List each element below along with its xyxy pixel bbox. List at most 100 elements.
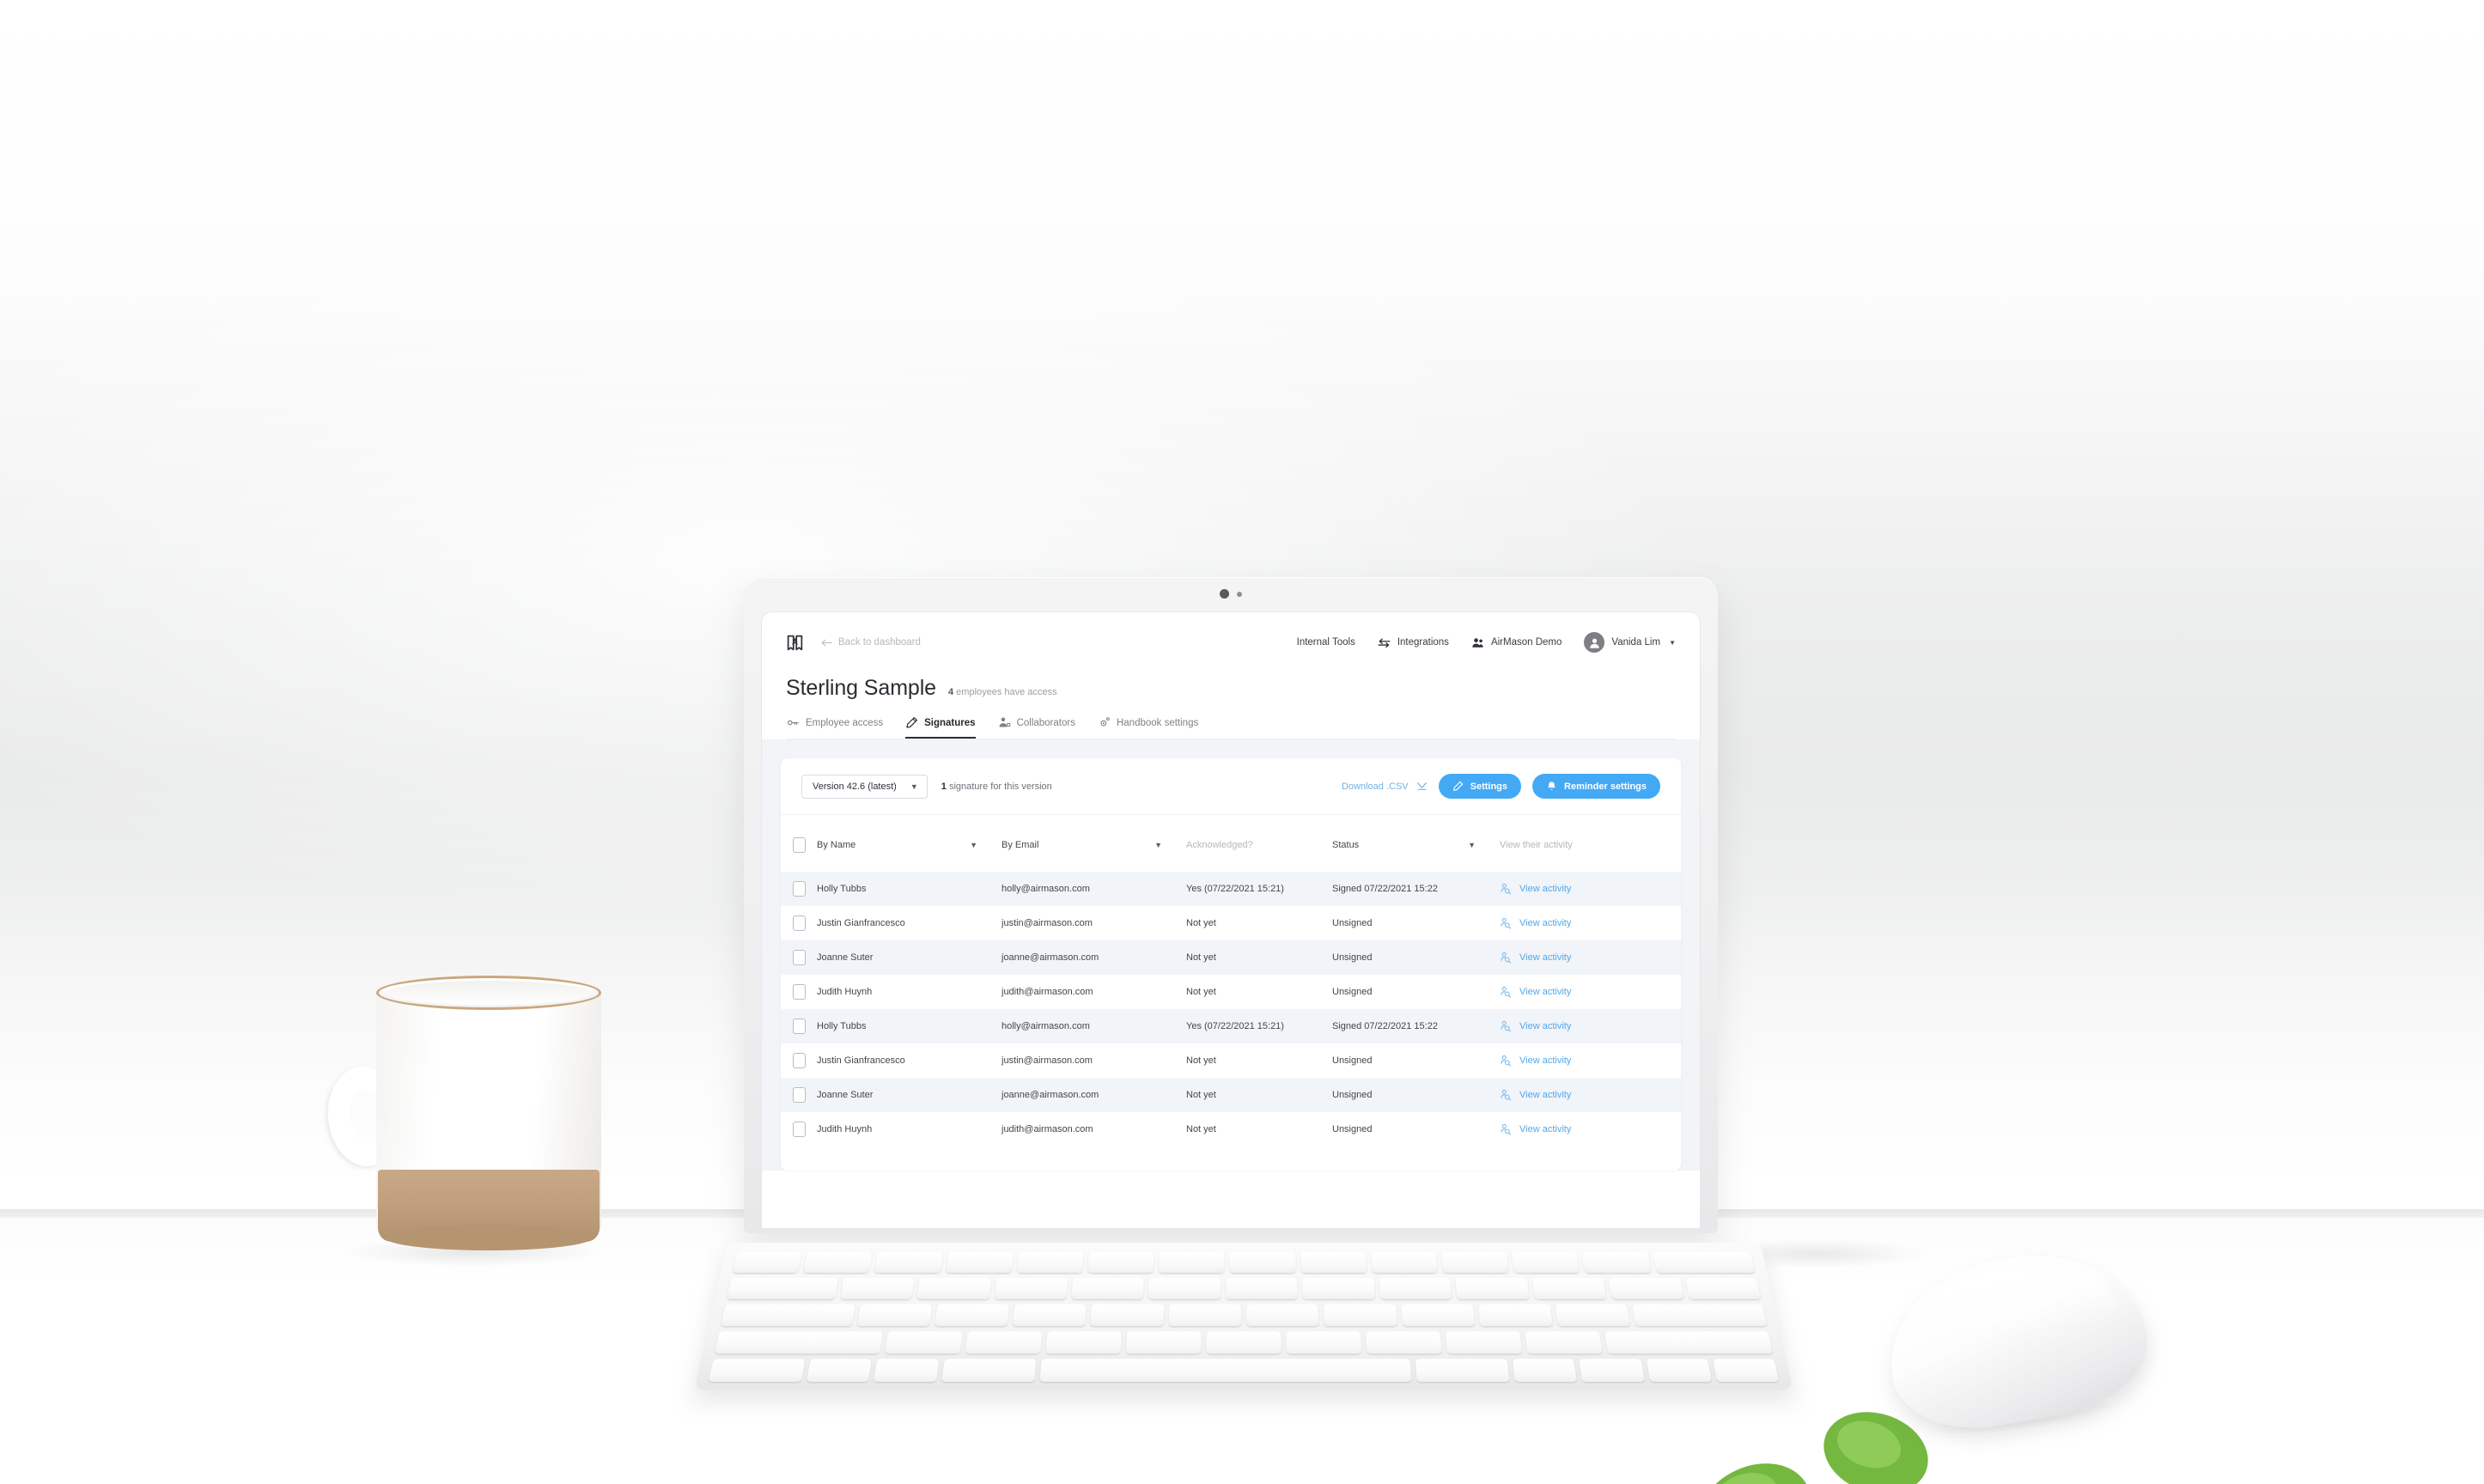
key[interactable] xyxy=(1511,1251,1580,1274)
key[interactable] xyxy=(941,1359,1037,1383)
row-checkbox[interactable] xyxy=(793,950,806,965)
key[interactable] xyxy=(1445,1331,1523,1354)
key[interactable] xyxy=(1168,1304,1242,1327)
table-row[interactable]: Justin Gianfrancesco justin@airmason.com N… xyxy=(781,1043,1681,1078)
key[interactable] xyxy=(1531,1277,1607,1299)
key[interactable] xyxy=(1555,1304,1631,1327)
tab-collaborators[interactable]: Collaborators xyxy=(998,716,1075,739)
key[interactable] xyxy=(1440,1251,1509,1274)
key[interactable] xyxy=(885,1331,963,1354)
row-checkbox[interactable] xyxy=(793,984,806,1000)
select-all-checkbox[interactable] xyxy=(793,837,806,853)
view-activity-link[interactable]: View activity xyxy=(1500,952,1681,964)
key[interactable] xyxy=(1608,1277,1684,1299)
key[interactable] xyxy=(1415,1359,1510,1383)
key[interactable] xyxy=(1646,1359,1712,1383)
key[interactable] xyxy=(1379,1277,1452,1299)
view-activity-link[interactable]: View activity xyxy=(1500,1123,1681,1135)
keyboard[interactable] xyxy=(694,1242,1793,1390)
key[interactable] xyxy=(1684,1277,1762,1299)
row-checkbox[interactable] xyxy=(793,1087,806,1103)
key[interactable] xyxy=(1206,1331,1282,1354)
key[interactable] xyxy=(1365,1331,1442,1354)
table-row[interactable]: Joanne Suter joanne@airmason.com Not yet Un… xyxy=(781,940,1681,975)
table-row[interactable]: Judith Huynh judith@airmason.com Not yet Un… xyxy=(781,975,1681,1009)
key[interactable] xyxy=(994,1277,1068,1299)
key[interactable] xyxy=(1071,1277,1145,1299)
key[interactable] xyxy=(1300,1251,1367,1274)
key[interactable] xyxy=(1302,1277,1375,1299)
key[interactable] xyxy=(807,1359,873,1383)
key[interactable] xyxy=(1370,1251,1439,1274)
key[interactable] xyxy=(1226,1277,1298,1299)
key[interactable] xyxy=(965,1331,1043,1354)
version-select[interactable]: Version 42.6 (latest) ▼ xyxy=(801,774,928,799)
tab-handbook-settings[interactable]: Handbook settings xyxy=(1098,716,1198,739)
download-csv-link[interactable]: Download .CSV xyxy=(1342,782,1428,792)
key[interactable] xyxy=(1581,1251,1652,1274)
key[interactable] xyxy=(1477,1304,1553,1327)
key[interactable] xyxy=(1016,1251,1085,1274)
key[interactable] xyxy=(1652,1251,1756,1274)
key[interactable] xyxy=(732,1251,802,1274)
airmason-book-logo-icon[interactable] xyxy=(786,634,804,652)
key[interactable] xyxy=(1604,1331,1774,1354)
back-to-dashboard-link[interactable]: Back to dashboard xyxy=(821,637,921,648)
row-checkbox[interactable] xyxy=(793,881,806,897)
table-row[interactable]: Justin Gianfrancesco justin@airmason.com N… xyxy=(781,906,1681,940)
column-header-name[interactable]: By Name ▼ xyxy=(817,815,1002,872)
nav-internal-tools[interactable]: Internal Tools xyxy=(1297,637,1355,648)
key[interactable] xyxy=(1229,1251,1296,1274)
view-activity-link[interactable]: View activity xyxy=(1500,917,1681,929)
table-row[interactable]: Joanne Suter joanne@airmason.com Not yet Un… xyxy=(781,1078,1681,1112)
nav-integrations[interactable]: Integrations xyxy=(1378,637,1449,648)
key[interactable] xyxy=(1712,1359,1780,1383)
key[interactable] xyxy=(1158,1251,1226,1274)
key[interactable] xyxy=(856,1304,933,1327)
row-checkbox[interactable] xyxy=(793,1122,806,1137)
table-row[interactable]: Judith Huynh judith@airmason.com Not yet Un… xyxy=(781,1112,1681,1146)
view-activity-link[interactable]: View activity xyxy=(1500,1055,1681,1067)
key[interactable] xyxy=(916,1277,992,1299)
view-activity-link[interactable]: View activity xyxy=(1500,1089,1681,1101)
key[interactable] xyxy=(1632,1304,1768,1327)
key[interactable] xyxy=(945,1251,1014,1274)
column-header-email[interactable]: By Email ▼ xyxy=(1002,815,1186,872)
table-row[interactable]: Holly Tubbs holly@airmason.com Yes (07/22/… xyxy=(781,872,1681,906)
key[interactable] xyxy=(1090,1304,1165,1327)
key[interactable] xyxy=(708,1359,806,1383)
key[interactable] xyxy=(726,1277,838,1299)
spacebar-key[interactable] xyxy=(1039,1359,1412,1383)
key[interactable] xyxy=(714,1331,884,1354)
key[interactable] xyxy=(803,1251,873,1274)
settings-button[interactable]: Settings xyxy=(1438,774,1522,799)
key[interactable] xyxy=(1286,1331,1362,1354)
nav-airmason-demo[interactable]: AirMason Demo xyxy=(1471,637,1562,648)
key[interactable] xyxy=(1148,1277,1221,1299)
reminder-settings-button[interactable]: Reminder settings xyxy=(1532,774,1660,799)
tab-signatures[interactable]: Signatures xyxy=(905,716,976,739)
user-menu[interactable]: Vanida Lim ▼ xyxy=(1584,632,1676,653)
key[interactable] xyxy=(839,1277,916,1299)
key[interactable] xyxy=(874,1359,940,1383)
view-activity-link[interactable]: View activity xyxy=(1500,986,1681,998)
key[interactable] xyxy=(874,1251,943,1274)
key[interactable] xyxy=(1525,1331,1603,1354)
view-activity-link[interactable]: View activity xyxy=(1500,1020,1681,1032)
key[interactable] xyxy=(1323,1304,1397,1327)
row-checkbox[interactable] xyxy=(793,1053,806,1068)
key[interactable] xyxy=(1579,1359,1645,1383)
key[interactable] xyxy=(1045,1331,1123,1354)
view-activity-link[interactable]: View activity xyxy=(1500,883,1681,895)
key[interactable] xyxy=(1513,1359,1578,1383)
key[interactable] xyxy=(720,1304,855,1327)
key[interactable] xyxy=(1087,1251,1155,1274)
key[interactable] xyxy=(1400,1304,1476,1327)
row-checkbox[interactable] xyxy=(793,915,806,931)
key[interactable] xyxy=(1012,1304,1087,1327)
key[interactable] xyxy=(1245,1304,1319,1327)
column-header-status[interactable]: Status ▼ xyxy=(1332,815,1500,872)
key[interactable] xyxy=(1125,1331,1202,1354)
key[interactable] xyxy=(935,1304,1010,1327)
table-row[interactable]: Holly Tubbs holly@airmason.com Yes (07/22/… xyxy=(781,1009,1681,1043)
